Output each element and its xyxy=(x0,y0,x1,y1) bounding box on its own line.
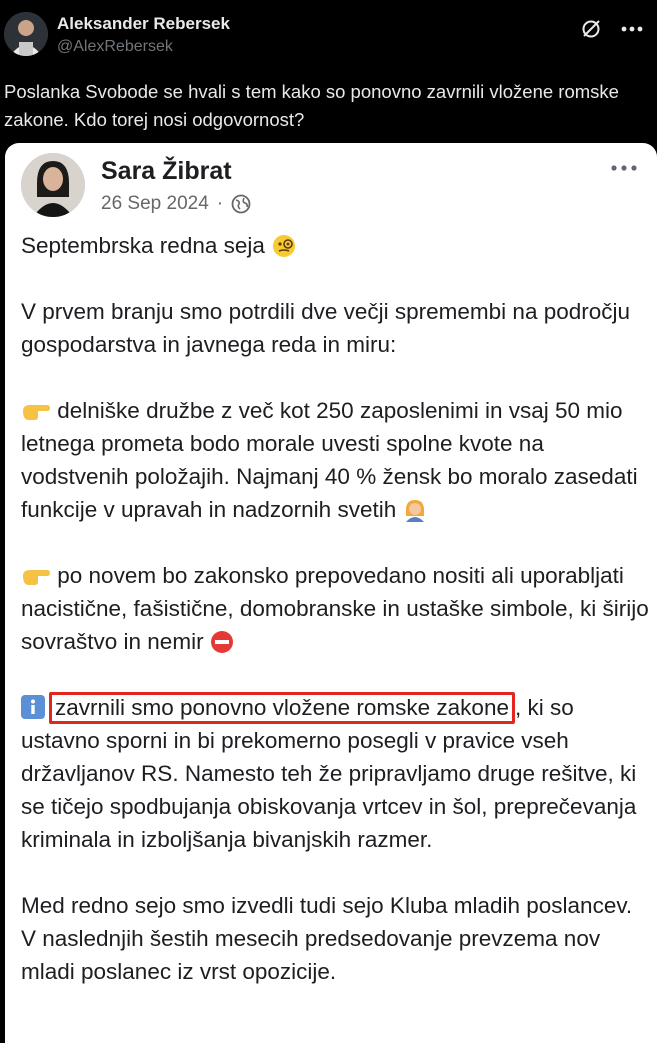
post-title: Septembrska redna seja xyxy=(21,233,265,258)
pointing-hand-emoji xyxy=(23,570,50,585)
woman-office-worker-emoji xyxy=(406,500,425,522)
post-date[interactable]: 26 Sep 2024 xyxy=(101,193,209,215)
embedded-post-card: Sara Žibrat 26 Sep 2024 · Septembrska re… xyxy=(5,143,657,1043)
avatar-image xyxy=(4,12,48,56)
post-closing: Med redno sejo smo izvedli tudi sejo Klu… xyxy=(21,893,633,984)
post-body: Septembrska redna seja V prvem branju sm… xyxy=(21,229,649,1021)
post-item-1-text: delniške družbe z več kot 250 zaposlenim… xyxy=(21,398,638,522)
globe-icon xyxy=(231,194,251,214)
tweet-text: Poslanka Svobode se hvali s tem kako so … xyxy=(4,81,619,130)
post-title-line: Septembrska redna seja xyxy=(21,229,649,262)
more-horizontal-icon[interactable] xyxy=(618,18,646,40)
author-handle[interactable]: @AlexRebersek xyxy=(57,38,173,56)
post-item-2: po novem bo zakonsko prepovedano nositi … xyxy=(21,559,649,658)
post-author-avatar[interactable] xyxy=(21,153,85,217)
post-intro: V prvem branju smo potrdili dve večji sp… xyxy=(21,299,631,357)
grok-icon[interactable] xyxy=(580,18,602,40)
post-item-3: zavrnili smo ponovno vložene romske zako… xyxy=(21,691,649,856)
avatar[interactable] xyxy=(4,12,48,56)
highlighted-phrase: zavrnili smo ponovno vložene romske zako… xyxy=(49,692,515,724)
no-entry-emoji xyxy=(210,631,233,653)
pointing-hand-emoji xyxy=(23,405,50,420)
post-meta: 26 Sep 2024 · xyxy=(101,193,251,215)
post-item-2-text: po novem bo zakonsko prepovedano nositi … xyxy=(21,563,649,654)
post-more-icon[interactable] xyxy=(609,163,639,173)
post-avatar-image xyxy=(21,153,85,217)
author-name[interactable]: Aleksander Rebersek xyxy=(57,14,230,34)
tweet-header: Aleksander Rebersek @AlexRebersek xyxy=(0,0,657,72)
post-item-1: delniške družbe z več kot 250 zaposlenim… xyxy=(21,394,649,526)
post-author-name[interactable]: Sara Žibrat xyxy=(101,157,232,186)
monocle-face-emoji xyxy=(273,235,296,257)
information-emoji xyxy=(21,695,45,719)
meta-separator: · xyxy=(216,193,224,214)
